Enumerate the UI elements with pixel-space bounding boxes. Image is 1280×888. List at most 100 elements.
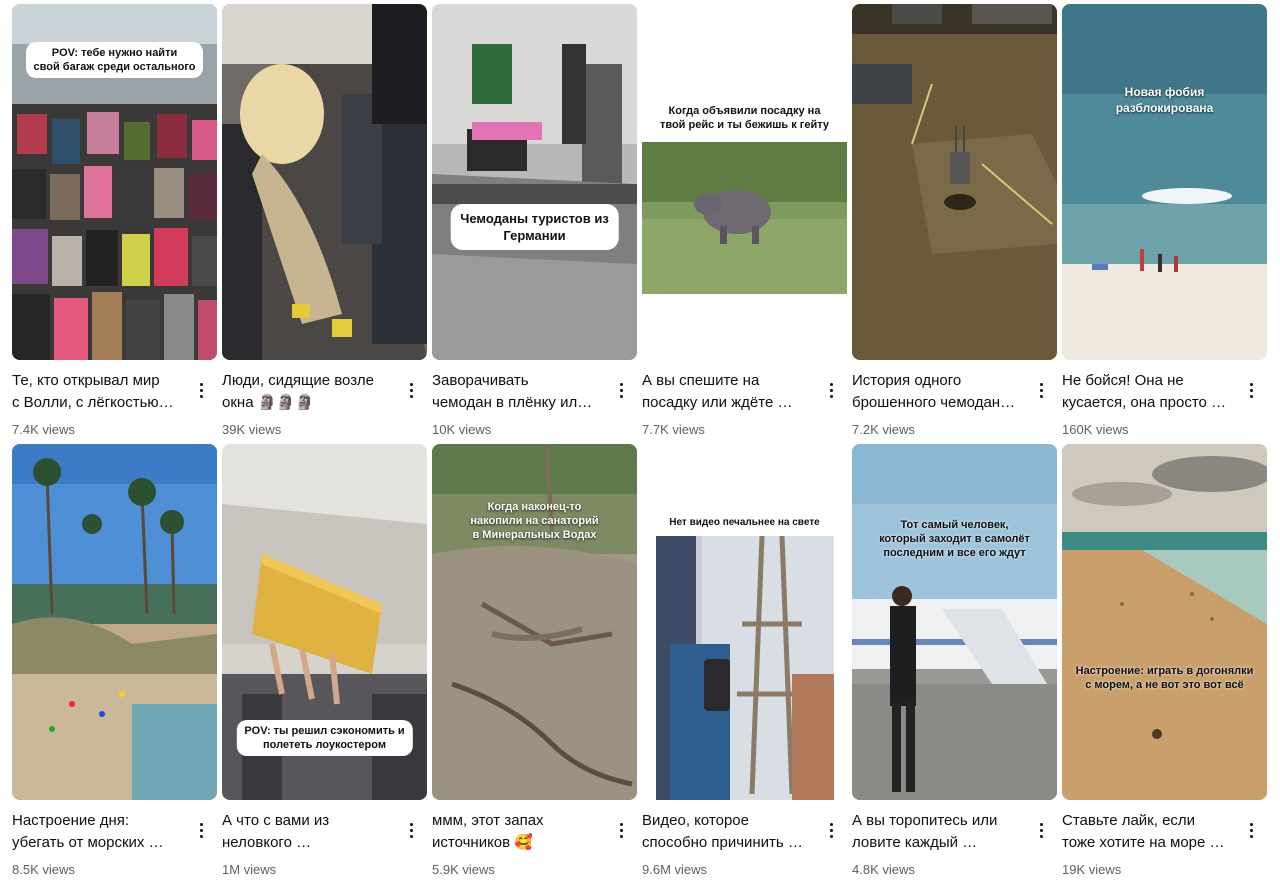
short-thumbnail[interactable]: POV: тебе нужно найти свой багаж среди ос… [12,4,217,360]
short-card[interactable]: Чемоданы туристов из Германии Заворачиват… [432,4,637,444]
short-meta: Не бойся! Она не кусается, она просто … … [1062,370,1267,440]
more-options-button[interactable] [611,374,631,406]
short-meta: Ставьте лайк, если тоже хотите на море …… [1062,810,1267,880]
short-thumbnail[interactable]: Чемоданы туристов из Германии [432,4,637,360]
view-count: 39K views [222,422,282,437]
short-meta: Те, кто открывал мир с Волли, с лёгкость… [12,370,217,440]
short-card[interactable]: POV: ты решил сэкономить и полететь лоуко… [222,444,427,884]
thumbnail-image [852,444,1057,800]
thumbnail-image [12,444,217,800]
vertical-dots-icon [199,382,203,386]
view-count: 5.9K views [432,862,495,877]
short-title-line: посадку или ждёте … [642,394,793,411]
short-title-line: Не бойся! Она не [1062,372,1184,389]
shorts-grid: POV: тебе нужно найти свой багаж среди ос… [12,4,1268,884]
short-title-line: А вы торопитесь или [852,812,998,829]
short-title-line: убегать от морских … [12,834,164,851]
short-thumbnail[interactable] [12,444,217,800]
short-title-line: ловите каждый … [852,834,978,851]
short-title-line: Видео, которое [642,812,749,829]
thumbnail-caption: Тот самый человек, который заходит в само… [879,519,1030,559]
short-card[interactable]: Когда объявили посадку на твой рейс и ты … [642,4,847,444]
short-title-line: источников 🥰 [432,834,533,851]
short-thumbnail[interactable] [222,4,427,360]
short-card[interactable]: Когда наконец-то накопили на санаторий в М… [432,444,637,884]
short-meta: ммм, этот запах источников 🥰 5.9K views [432,810,637,880]
short-card[interactable]: POV: тебе нужно найти свой багаж среди ос… [12,4,217,444]
short-title[interactable]: Настроение дня: убегать от морских … [12,810,190,854]
short-card[interactable]: Настроение: играть в догонялки с морем, а… [1062,444,1267,884]
short-card[interactable]: Настроение дня: убегать от морских … 8.5… [12,444,217,884]
more-options-button[interactable] [1241,374,1261,406]
view-count: 1M views [222,862,277,877]
view-count: 10K views [432,422,492,437]
short-card[interactable]: Нет видео печальнее на свете Видео, кото… [642,444,847,884]
short-thumbnail[interactable]: Настроение: играть в догонялки с морем, а… [1062,444,1267,800]
short-card[interactable]: Тот самый человек, который заходит в само… [852,444,1057,884]
short-title-line: способно причинить … [642,834,803,851]
short-title-line: чемодан в плёнку ил… [432,394,593,411]
view-count: 7.2K views [852,422,915,437]
short-title[interactable]: Не бойся! Она не кусается, она просто … [1062,370,1240,414]
short-title-line: А что с вами из [222,812,330,829]
short-meta: Люди, сидящие возле окна 🗿🗿🗿 39K views [222,370,427,440]
short-thumbnail[interactable]: POV: ты решил сэкономить и полететь лоуко… [222,444,427,800]
more-options-button[interactable] [401,374,421,406]
view-count: 7.7K views [642,422,705,437]
thumbnail-image [1062,444,1267,800]
thumbnail-caption: Когда объявили посадку на твой рейс и ты … [659,105,830,131]
short-thumbnail[interactable]: Тот самый человек, который заходит в само… [852,444,1057,800]
thumbnail-image [642,4,847,360]
vertical-dots-icon [409,382,413,386]
vertical-dots-icon [829,382,833,386]
view-count: 160K views [1062,422,1129,437]
short-title[interactable]: А что с вами из неловкого … [222,810,400,854]
short-title[interactable]: А вы спешите на посадку или ждёте … [642,370,820,414]
more-options-button[interactable] [191,374,211,406]
more-options-button[interactable] [1031,374,1051,406]
thumbnail-caption: Настроение: играть в догонялки с морем, а… [1075,665,1254,691]
short-thumbnail[interactable]: Когда объявили посадку на твой рейс и ты … [642,4,847,360]
short-title[interactable]: Заворачивать чемодан в плёнку ил… [432,370,610,414]
short-title[interactable]: Видео, которое способно причинить … [642,810,820,854]
short-meta: Заворачивать чемодан в плёнку ил… 10K vi… [432,370,637,440]
vertical-dots-icon [619,382,623,386]
short-title[interactable]: ммм, этот запах источников 🥰 [432,810,610,854]
vertical-dots-icon [619,822,623,826]
vertical-dots-icon [1249,382,1253,386]
more-options-button[interactable] [1031,814,1051,846]
short-meta: Видео, которое способно причинить … 9.6M… [642,810,847,880]
short-title-line: Настроение дня: [12,812,130,829]
short-title-line: неловкого … [222,834,312,851]
more-options-button[interactable] [401,814,421,846]
vertical-dots-icon [1039,382,1043,386]
more-options-button[interactable] [821,374,841,406]
short-title[interactable]: Люди, сидящие возле окна 🗿🗿🗿 [222,370,400,414]
more-options-button[interactable] [821,814,841,846]
short-meta: А вы спешите на посадку или ждёте … 7.7K… [642,370,847,440]
short-title[interactable]: Те, кто открывал мир с Волли, с лёгкость… [12,370,190,414]
short-thumbnail[interactable] [852,4,1057,360]
short-title[interactable]: Ставьте лайк, если тоже хотите на море … [1062,810,1240,854]
view-count: 8.5K views [12,862,75,877]
short-card[interactable]: Люди, сидящие возле окна 🗿🗿🗿 39K views [222,4,427,444]
short-meta: Настроение дня: убегать от морских … 8.5… [12,810,217,880]
short-title-line: ммм, этот запах [432,812,544,829]
short-thumbnail[interactable]: Новая фобия разблокирована [1062,4,1267,360]
short-title[interactable]: История одного брошенного чемодан… [852,370,1030,414]
more-options-button[interactable] [191,814,211,846]
thumbnail-caption: Нет видео печальнее на свете [669,517,820,528]
short-title-line: Ставьте лайк, если [1062,812,1196,829]
thumbnail-image [1062,4,1267,360]
vertical-dots-icon [1039,822,1043,826]
more-options-button[interactable] [611,814,631,846]
short-thumbnail[interactable]: Когда наконец-то накопили на санаторий в М… [432,444,637,800]
more-options-button[interactable] [1241,814,1261,846]
short-thumbnail[interactable]: Нет видео печальнее на свете [642,444,847,800]
short-card[interactable]: История одного брошенного чемодан… 7.2K … [852,4,1057,444]
thumbnail-caption: POV: ты решил сэкономить и полететь лоуко… [236,720,413,756]
short-title[interactable]: А вы торопитесь или ловите каждый … [852,810,1030,854]
view-count: 7.4K views [12,422,75,437]
vertical-dots-icon [829,822,833,826]
short-card[interactable]: Новая фобия разблокирована Не бойся! Она … [1062,4,1267,444]
